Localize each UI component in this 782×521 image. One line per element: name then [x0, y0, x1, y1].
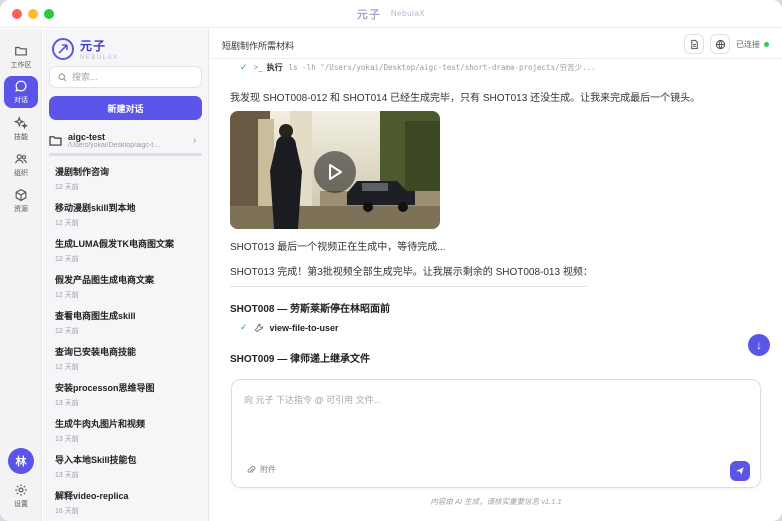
chat-title: 短剧制作所需材料	[222, 41, 295, 51]
document-icon	[690, 39, 698, 49]
brand-subtitle: NEBULAX	[80, 55, 119, 61]
chevron-right-icon: ›	[193, 134, 197, 146]
conversation-item[interactable]: 生成牛肉丸图片和视频 13 天前	[55, 417, 200, 453]
scroll-to-bottom-button[interactable]: ↓	[748, 334, 770, 356]
rail-item-org[interactable]: 组织	[4, 149, 38, 181]
status-dot	[764, 42, 769, 47]
conversation-item[interactable]: 导入本地Skill技能包 13 天前	[55, 453, 200, 489]
brand: 元子 NEBULAX	[52, 37, 119, 61]
message-divider	[230, 286, 587, 287]
window-controls	[12, 9, 54, 19]
brand-logo-icon	[52, 38, 74, 60]
rail-item-chat[interactable]: 对话	[4, 76, 38, 108]
conversation-item[interactable]: 查看电商图生成skill 12 天前	[55, 309, 200, 345]
wrench-icon	[254, 323, 263, 332]
globe-button[interactable]	[710, 34, 730, 54]
gear-icon	[15, 484, 27, 496]
message-composer: 附件	[231, 379, 761, 488]
zoom-window-button[interactable]	[44, 9, 54, 19]
check-icon: ✓	[240, 322, 248, 332]
nav-rail: 工作区 对话 技能 组织 资源 林 设置	[0, 29, 42, 521]
project-name: aigc-test	[68, 131, 106, 142]
new-chat-button[interactable]: 新建对话	[49, 96, 202, 120]
assistant-message: SHOT013 完成！第3批视频全部生成完毕。让我展示剩余的 SHOT008-0…	[230, 267, 593, 278]
conversation-item[interactable]: 假发产品图生成电商文案 12 天前	[55, 273, 200, 309]
globe-icon	[715, 39, 725, 49]
window-title: 元子	[356, 8, 381, 21]
video-player[interactable]	[230, 111, 440, 229]
user-avatar[interactable]: 林	[8, 448, 34, 474]
conversation-item[interactable]: 漫剧制作咨询 12 天前	[55, 165, 200, 201]
exec-step[interactable]: ✓ >_ 执行 ls -lh "/Users/yokai/Desktop/aig…	[240, 62, 596, 73]
project-divider	[49, 153, 202, 156]
conversation-list: 漫剧制作咨询 12 天前 移动漫剧skill到本地 12 天前 生成LUMA假发TK…	[55, 165, 200, 521]
cube-icon	[15, 188, 27, 202]
sparkle-icon	[14, 116, 28, 130]
conversation-item[interactable]: 安装processon思维导图 13 天前	[55, 381, 200, 417]
shot-heading: SHOT009 — 律师递上继承文件	[230, 354, 371, 365]
rail-item-workspace[interactable]: 工作区	[4, 41, 38, 73]
arrow-down-icon: ↓	[756, 338, 762, 352]
rail-item-settings[interactable]: 设置	[4, 480, 38, 512]
search-input[interactable]	[72, 72, 192, 82]
folder-icon	[49, 135, 62, 146]
play-icon	[329, 164, 342, 180]
search-box	[49, 66, 202, 88]
conversation-sidebar: 元子 NEBULAX 新建对话 aigc-test /Users/yokai/D…	[43, 29, 209, 521]
document-button[interactable]	[684, 34, 704, 54]
project-selector[interactable]: aigc-test /Users/yokai/Desktop/aigc-t… ›	[49, 126, 202, 154]
conversation-item[interactable]: 解释video-replica 16 天前	[55, 489, 200, 521]
chat-panel: 短剧制作所需材料 已连接 ✓ >_ 执行 ls -lh "/Users/yoka…	[210, 29, 782, 521]
assistant-message: 我发现 SHOT008-012 和 SHOT014 已经生成完毕，只有 SHOT…	[230, 93, 701, 104]
users-icon	[15, 154, 27, 164]
disclaimer: 内容由 AI 生成，请核实重要信息 v1.1.1	[430, 497, 562, 506]
tool-name: view-file-to-user	[269, 322, 339, 333]
paperclip-icon	[247, 465, 256, 473]
close-window-button[interactable]	[12, 9, 22, 19]
title-bar: 元子 NebulaX	[0, 0, 782, 28]
send-button[interactable]	[730, 461, 750, 481]
window-subtitle: NebulaX	[390, 9, 426, 18]
chat-icon	[15, 80, 27, 92]
search-icon	[58, 73, 67, 81]
tool-call-step[interactable]: ✓ view-file-to-user	[240, 322, 339, 333]
assistant-message: SHOT013 最后一个视频正在生成中，等待完成...	[230, 242, 446, 253]
app-window: 元子 NebulaX 工作区 对话 技能 组织 资源 林 设置 元子 NEBUL…	[0, 0, 782, 521]
check-icon: ✓	[240, 62, 248, 72]
brand-name: 元子	[80, 39, 107, 53]
terminal-icon: >_	[253, 63, 263, 72]
exec-label: 执行	[266, 63, 283, 72]
chat-header: 短剧制作所需材料 已连接	[210, 29, 782, 59]
play-button[interactable]	[314, 151, 356, 193]
conversation-item[interactable]: 生成LUMA假发TK电商图文案 12 天前	[55, 237, 200, 273]
folder-icon	[15, 46, 27, 56]
shot-heading: SHOT008 — 劳斯莱斯停在林昭面前	[230, 304, 391, 315]
conversation-item[interactable]: 查询已安装电商技能 12 天前	[55, 345, 200, 381]
rail-item-resources[interactable]: 资源	[4, 185, 38, 217]
rail-item-skills[interactable]: 技能	[4, 113, 38, 145]
minimize-window-button[interactable]	[28, 9, 38, 19]
send-icon	[736, 467, 744, 475]
attach-button[interactable]: 附件	[246, 464, 276, 475]
conversation-item[interactable]: 移动漫剧skill到本地 12 天前	[55, 201, 200, 237]
connection-status: 已连接	[736, 39, 769, 50]
project-path: /Users/yokai/Desktop/aigc-t…	[68, 141, 161, 149]
exec-command: ls -lh "/Users/yokai/Desktop/aigc-test/s…	[288, 63, 596, 72]
message-input[interactable]	[244, 393, 744, 443]
